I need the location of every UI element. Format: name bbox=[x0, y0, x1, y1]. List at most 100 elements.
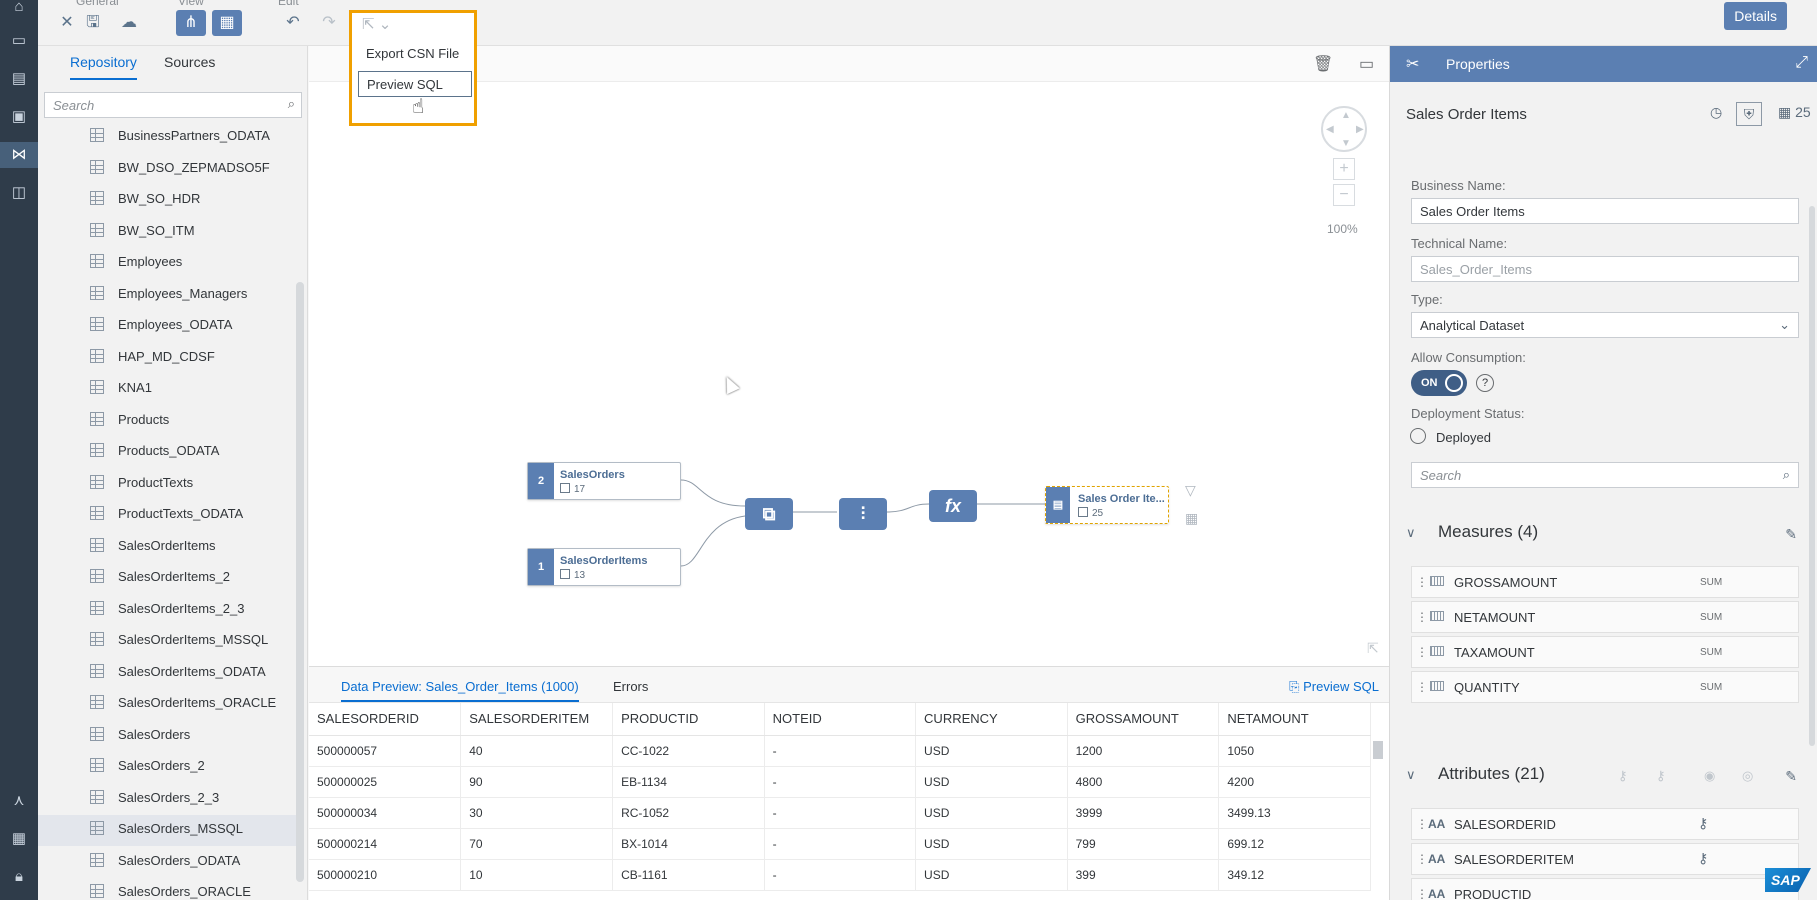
type-select[interactable]: Analytical Dataset ⌄ bbox=[1411, 312, 1799, 338]
attribute-row[interactable]: ⋮ AA SALESORDERITEM ⚷ bbox=[1411, 843, 1799, 875]
measure-row[interactable]: ⋮ QUANTITY SUM bbox=[1411, 671, 1799, 703]
drag-handle-icon[interactable]: ⋮ bbox=[1416, 817, 1428, 831]
history-icon[interactable]: ◷ bbox=[1710, 104, 1722, 121]
undo-icon[interactable]: ↶ bbox=[278, 10, 308, 36]
repository-item[interactable]: ProductTexts_ODATA bbox=[38, 500, 296, 531]
node-sales-order-items[interactable]: 1 SalesOrderItems 13 bbox=[527, 548, 681, 586]
shield-icon[interactable]: ⛨ bbox=[1736, 102, 1762, 126]
projection-operator[interactable]: ⫶ bbox=[839, 498, 887, 530]
remove-key-icon[interactable]: ⚷ bbox=[1656, 768, 1666, 784]
column-header[interactable]: GROSSAMOUNT bbox=[1067, 703, 1220, 736]
table-row[interactable]: 500000214 70 BX-1014- USD 799 699.12 bbox=[309, 828, 1371, 860]
table-row[interactable]: 500000210 10 CB-1161- USD 399 349.12 bbox=[309, 859, 1371, 891]
column-header[interactable]: NOTEID bbox=[764, 703, 917, 736]
measure-row[interactable]: ⋮ GROSSAMOUNT SUM bbox=[1411, 566, 1799, 598]
join-operator[interactable]: ⧉ bbox=[745, 498, 793, 530]
table-row[interactable]: 500000025 90 EB-1134- USD 4800 4200 bbox=[309, 766, 1371, 798]
repository-item[interactable]: Products bbox=[38, 406, 296, 437]
repository-item[interactable]: SalesOrderItems_ORACLE bbox=[38, 689, 296, 720]
export-icon[interactable]: ⇱ ⌄ bbox=[362, 15, 391, 33]
repository-item[interactable]: SalesOrderItems_MSSQL bbox=[38, 626, 296, 657]
attribute-row[interactable]: ⋮ AA SALESORDERID ⚷ bbox=[1411, 808, 1799, 840]
table-preview-icon[interactable]: ▦ bbox=[1185, 510, 1198, 527]
graph-canvas[interactable]: 🗑︎ ▭ ▲ ▼ ◀ ▶ + − 100% 2 SalesOrders 17 1 S… bbox=[309, 46, 1389, 666]
measure-row[interactable]: ⋮ TAXAMOUNT SUM bbox=[1411, 636, 1799, 668]
repository-item[interactable]: BW_SO_ITM bbox=[38, 217, 296, 248]
node-output-sales-order-items[interactable]: ▤ Sales Order Ite... 25 bbox=[1045, 486, 1169, 524]
edit-measures-icon[interactable]: ✎ bbox=[1785, 526, 1797, 543]
repository-item[interactable]: KNA1 bbox=[38, 374, 296, 405]
properties-scrollbar[interactable] bbox=[1809, 206, 1815, 746]
tab-repository[interactable]: Repository bbox=[70, 54, 137, 80]
column-header[interactable]: CURRENCY bbox=[915, 703, 1068, 736]
preview-sql-button[interactable]: ⎘ Preview SQL bbox=[1289, 679, 1379, 695]
repository-item[interactable]: SalesOrderItems_2 bbox=[38, 563, 296, 594]
table-row[interactable]: 500000057 40 CC-1022- USD 1200 1050 bbox=[309, 735, 1371, 767]
repository-item[interactable]: SalesOrders_ORACLE bbox=[38, 878, 296, 900]
repository-scrollbar[interactable] bbox=[296, 282, 304, 882]
repository-item[interactable]: BusinessPartners_ODATA bbox=[38, 126, 296, 153]
tab-sources[interactable]: Sources bbox=[164, 54, 215, 78]
tab-errors[interactable]: Errors bbox=[613, 679, 648, 694]
home-icon[interactable]: ⌂ bbox=[6, 0, 32, 20]
table-view-icon[interactable]: ▦ bbox=[212, 10, 242, 36]
table-row[interactable]: 500000034 30 RC-1052- USD 3999 3499.13 bbox=[309, 797, 1371, 829]
repository-item[interactable]: BW_SO_HDR bbox=[38, 185, 296, 216]
lock-icon[interactable]: 🔒︎ bbox=[6, 864, 32, 890]
search-icon[interactable]: ⌕ bbox=[1783, 467, 1790, 483]
repository-item[interactable]: SalesOrders bbox=[38, 721, 296, 752]
repository-item[interactable]: Employees_Managers bbox=[38, 280, 296, 311]
node-sales-orders[interactable]: 2 SalesOrders 17 bbox=[527, 462, 681, 500]
graph-view-icon[interactable]: ⋔ bbox=[176, 10, 206, 36]
details-button[interactable]: Details bbox=[1724, 2, 1787, 30]
technical-name-input[interactable]: Sales_Order_Items bbox=[1411, 256, 1799, 282]
column-header[interactable]: PRODUCTID bbox=[612, 703, 765, 736]
expand-icon[interactable]: ⤢ bbox=[1795, 54, 1808, 72]
collapse-icon[interactable]: ⇱ bbox=[1367, 640, 1379, 657]
attributes-section-header[interactable]: ∨ Attributes (21) bbox=[1406, 764, 1545, 784]
repository-item[interactable]: BW_DSO_ZEPMADSO5F bbox=[38, 154, 296, 185]
key-icon[interactable]: ⚷ bbox=[1618, 768, 1628, 784]
repository-item[interactable]: Products_ODATA bbox=[38, 437, 296, 468]
repository-item[interactable]: HAP_MD_CDSF bbox=[38, 343, 296, 374]
data-builder-icon[interactable]: ⋈ bbox=[0, 142, 38, 168]
edit-attributes-icon[interactable]: ✎ bbox=[1785, 768, 1797, 785]
column-header[interactable]: SALESORDERID bbox=[309, 703, 462, 736]
business-name-input[interactable]: Sales Order Items bbox=[1411, 198, 1799, 224]
hide-icon[interactable]: ◎ bbox=[1742, 768, 1753, 784]
system-icon[interactable]: ▦ bbox=[6, 826, 32, 852]
folder-icon[interactable]: ▭ bbox=[6, 28, 32, 54]
drag-handle-icon[interactable]: ⋮ bbox=[1416, 852, 1428, 866]
repository-item[interactable]: SalesOrderItems_ODATA bbox=[38, 658, 296, 689]
attribute-row[interactable]: ⋮ AA PRODUCTID bbox=[1411, 878, 1799, 900]
column-header[interactable]: SALESORDERITEM bbox=[460, 703, 614, 736]
repository-item[interactable]: Employees_ODATA bbox=[38, 311, 296, 342]
monitor-icon[interactable]: ▣ bbox=[6, 104, 32, 130]
search-icon[interactable]: ⌕ bbox=[288, 96, 295, 112]
save-icon[interactable]: 🖫︎ bbox=[78, 10, 108, 36]
repository-item[interactable]: Employees bbox=[38, 248, 296, 279]
repository-item[interactable]: SalesOrders_2_3 bbox=[38, 784, 296, 815]
repository-item[interactable]: SalesOrders_2 bbox=[38, 752, 296, 783]
measure-row[interactable]: ⋮ NETAMOUNT SUM bbox=[1411, 601, 1799, 633]
redo-icon[interactable]: ↷ bbox=[314, 10, 344, 36]
deploy-icon[interactable]: ☁︎ bbox=[114, 10, 144, 36]
filter-icon[interactable]: ▽ bbox=[1185, 482, 1196, 499]
menu-item-export-csn[interactable]: Export CSN File bbox=[358, 41, 472, 67]
measures-section-header[interactable]: ∨ Measures (4) bbox=[1406, 522, 1538, 542]
repository-item[interactable]: SalesOrders_MSSQL bbox=[38, 815, 296, 846]
repository-search-input[interactable]: Search ⌕ bbox=[44, 92, 302, 118]
allow-consumption-toggle[interactable]: ON bbox=[1411, 370, 1467, 396]
catalog-icon[interactable]: ▤ bbox=[6, 66, 32, 92]
preview-scrollbar[interactable] bbox=[1373, 741, 1383, 759]
tab-data-preview[interactable]: Data Preview: Sales_Order_Items (1000) bbox=[341, 679, 579, 702]
drag-handle-icon[interactable]: ⋮ bbox=[1416, 680, 1428, 694]
business-builder-icon[interactable]: ◫ bbox=[6, 180, 32, 206]
repository-item[interactable]: ProductTexts bbox=[38, 469, 296, 500]
drag-handle-icon[interactable]: ⋮ bbox=[1416, 575, 1428, 589]
help-icon[interactable]: ? bbox=[1476, 374, 1494, 392]
show-icon[interactable]: ◉ bbox=[1704, 768, 1715, 784]
properties-search-input[interactable]: Search ⌕ bbox=[1411, 462, 1799, 488]
column-header[interactable]: NETAMOUNT bbox=[1218, 703, 1371, 736]
drag-handle-icon[interactable]: ⋮ bbox=[1416, 610, 1428, 624]
